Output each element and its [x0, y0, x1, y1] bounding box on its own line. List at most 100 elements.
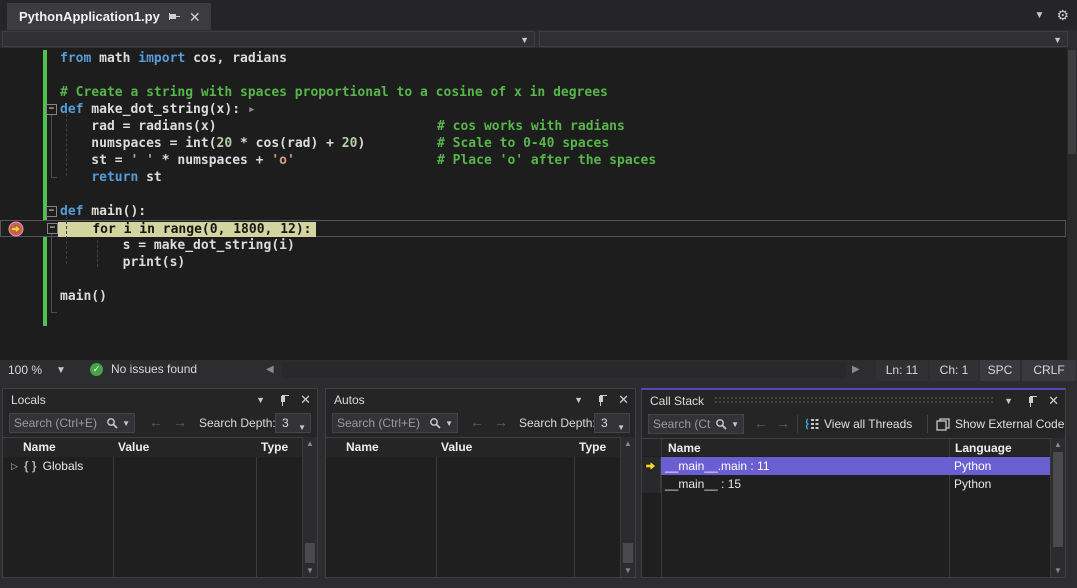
- nav-type-dropdown[interactable]: ▼: [2, 31, 535, 47]
- close-icon[interactable]: ✕: [618, 392, 629, 408]
- show-external-code-button[interactable]: Show External Code: [936, 414, 1064, 434]
- search-input[interactable]: [337, 416, 425, 430]
- column-value[interactable]: Value: [441, 440, 472, 454]
- back-arrow-icon[interactable]: ←: [149, 415, 163, 429]
- code-line-9[interactable]: [0, 186, 1066, 203]
- search-input[interactable]: [653, 417, 711, 431]
- code-line-4[interactable]: −def make_dot_string(x): ▸: [0, 101, 1066, 118]
- code-line-14[interactable]: [0, 271, 1066, 288]
- scroll-down-icon[interactable]: ▼: [621, 566, 635, 575]
- drag-handle[interactable]: [714, 396, 994, 405]
- issues-indicator[interactable]: ✓ No issues found: [90, 362, 197, 376]
- fold-collapse-icon[interactable]: −: [46, 104, 57, 115]
- locals-vertical-scrollbar[interactable]: ▲ ▼: [302, 437, 317, 577]
- fold-collapse-icon[interactable]: −: [47, 223, 58, 234]
- collapsed-hint-icon: ▸: [240, 102, 256, 117]
- autos-vertical-scrollbar[interactable]: ▲ ▼: [620, 437, 635, 577]
- code-lines: from math import cos, radians # Create a …: [0, 50, 1066, 305]
- locals-body: ▷ { } Globals: [3, 457, 302, 577]
- search-depth-dropdown[interactable]: 3▼: [594, 413, 630, 433]
- zoom-level: 100 %: [8, 363, 42, 377]
- column-value[interactable]: Value: [118, 440, 149, 454]
- code-line-3[interactable]: # Create a string with spaces proportion…: [0, 84, 1066, 101]
- code-line-13[interactable]: print(s): [0, 254, 1066, 271]
- code-line-10[interactable]: −def main():: [0, 203, 1066, 220]
- column-type[interactable]: Type: [261, 440, 288, 454]
- forward-arrow-icon[interactable]: →: [173, 415, 187, 429]
- code-line-5[interactable]: rad = radians(x)# cos works with radians: [0, 118, 1066, 135]
- scroll-left-icon[interactable]: ◀: [266, 364, 274, 375]
- breakpoint-current-statement-icon[interactable]: [8, 221, 24, 237]
- pin-icon[interactable]: [595, 394, 606, 406]
- chevron-down-icon[interactable]: ▼: [122, 419, 130, 428]
- zoom-control[interactable]: 100 % ▼: [8, 363, 66, 377]
- code-line-12[interactable]: s = make_dot_string(i): [0, 237, 1066, 254]
- status-column[interactable]: Ch: 1: [930, 360, 978, 381]
- pin-icon[interactable]: [169, 11, 180, 23]
- close-icon[interactable]: ✕: [300, 392, 311, 408]
- nav-member-dropdown[interactable]: ▼: [539, 31, 1068, 47]
- back-arrow-icon[interactable]: ←: [470, 415, 484, 429]
- code-editor[interactable]: from math import cos, radians # Create a …: [0, 48, 1077, 360]
- callstack-panel: Call Stack ▼ ✕ ▼ ← → View all Threads: [641, 388, 1066, 578]
- window-position-chevron-icon[interactable]: ▼: [256, 395, 265, 405]
- status-line-ending[interactable]: CRLF: [1022, 360, 1076, 381]
- callstack-frame-row[interactable]: __main__ : 15Python: [642, 475, 1051, 493]
- autos-title-bar[interactable]: Autos ▼ ✕: [326, 389, 635, 410]
- pin-icon[interactable]: [1025, 395, 1036, 407]
- pin-icon[interactable]: [277, 394, 288, 406]
- code-line-15[interactable]: main(): [0, 288, 1066, 305]
- scroll-up-icon[interactable]: ▲: [303, 439, 317, 448]
- column-name[interactable]: Name: [23, 440, 56, 454]
- locals-title-bar[interactable]: Locals ▼ ✕: [3, 389, 317, 410]
- chevron-down-icon[interactable]: ▼: [731, 420, 739, 429]
- back-arrow-icon[interactable]: ←: [754, 416, 768, 430]
- forward-arrow-icon[interactable]: →: [494, 415, 508, 429]
- view-all-threads-button[interactable]: View all Threads: [805, 414, 912, 434]
- code-line-11[interactable]: − for i in range(0, 1800, 12):: [0, 220, 1066, 237]
- locals-row-globals[interactable]: ▷ { } Globals: [3, 457, 302, 475]
- code-line-7[interactable]: st = ' ' * numspaces + 'o'# Place 'o' af…: [0, 152, 1066, 169]
- column-name[interactable]: Name: [346, 440, 379, 454]
- document-tab-bar: PythonApplication1.py ✕ ▼ ⚙: [0, 0, 1077, 30]
- code-line-6[interactable]: numspaces = int(20 * cos(rad) + 20)# Sca…: [0, 135, 1066, 152]
- gear-icon[interactable]: ⚙: [1056, 7, 1069, 24]
- expand-triangle-icon[interactable]: ▷: [11, 461, 18, 472]
- status-spaces[interactable]: SPC: [980, 360, 1020, 381]
- tab-pythonapplication1[interactable]: PythonApplication1.py ✕: [7, 3, 211, 30]
- tab-list-chevron-icon[interactable]: ▼: [1035, 10, 1045, 21]
- code-line-8[interactable]: return st: [0, 169, 1066, 186]
- forward-arrow-icon[interactable]: →: [776, 416, 790, 430]
- column-type[interactable]: Type: [579, 440, 606, 454]
- window-position-chevron-icon[interactable]: ▼: [1004, 396, 1013, 406]
- status-line-number[interactable]: Ln: 11: [876, 360, 928, 381]
- column-language[interactable]: Language: [955, 441, 1012, 455]
- locals-search-box[interactable]: ▼: [9, 413, 135, 433]
- window-position-chevron-icon[interactable]: ▼: [574, 395, 583, 405]
- autos-search-box[interactable]: ▼: [332, 413, 458, 433]
- search-depth-dropdown[interactable]: 3▼: [275, 413, 311, 433]
- search-input[interactable]: [14, 416, 102, 430]
- scroll-down-icon[interactable]: ▼: [1051, 566, 1065, 575]
- callstack-frame-row[interactable]: __main__.main : 11Python: [642, 457, 1051, 475]
- chevron-down-icon[interactable]: ▼: [445, 419, 453, 428]
- column-name[interactable]: Name: [668, 441, 701, 455]
- callstack-vertical-scrollbar[interactable]: ▲ ▼: [1050, 438, 1065, 577]
- row-name: Globals: [43, 459, 84, 473]
- close-icon[interactable]: ✕: [189, 11, 201, 23]
- scroll-up-icon[interactable]: ▲: [1051, 440, 1065, 449]
- callstack-title-bar[interactable]: Call Stack ▼ ✕: [642, 390, 1065, 411]
- editor-vertical-scrollbar[interactable]: [1067, 48, 1077, 360]
- callstack-column-headers: Name Language: [642, 438, 1065, 458]
- code-line-1[interactable]: from math import cos, radians: [0, 50, 1066, 67]
- scroll-down-icon[interactable]: ▼: [303, 566, 317, 575]
- autos-column-headers: Name Value Type: [326, 437, 635, 457]
- fold-collapse-icon[interactable]: −: [46, 206, 57, 217]
- scroll-up-icon[interactable]: ▲: [621, 439, 635, 448]
- callstack-search-box[interactable]: ▼: [648, 414, 744, 434]
- scroll-right-icon[interactable]: ▶: [852, 364, 860, 375]
- panel-title: Autos: [334, 393, 365, 407]
- close-icon[interactable]: ✕: [1048, 393, 1059, 409]
- code-line-2[interactable]: [0, 67, 1066, 84]
- horizontal-scrollbar[interactable]: [282, 362, 846, 378]
